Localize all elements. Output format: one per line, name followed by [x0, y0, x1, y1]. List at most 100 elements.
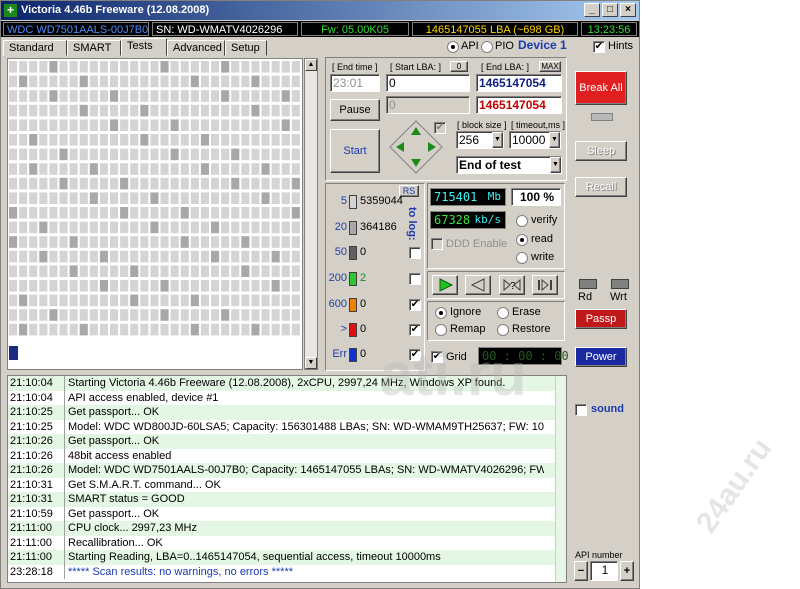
scan-block	[291, 265, 300, 277]
scan-block	[59, 221, 68, 234]
scan-block	[281, 148, 290, 161]
start-lba-field[interactable]: 0	[386, 74, 470, 92]
write-radio[interactable]	[516, 252, 528, 264]
scan-block	[49, 265, 58, 277]
rewind-button[interactable]	[465, 275, 491, 295]
scan-block	[231, 192, 240, 204]
tab-standard[interactable]: Standard	[3, 40, 67, 56]
scan-block	[39, 207, 48, 219]
maximize-button[interactable]: □	[602, 3, 618, 17]
scan-block	[59, 309, 68, 321]
drive-firmware: Fw: 05.00K05	[301, 22, 409, 36]
ignore-label: Ignore	[450, 306, 482, 318]
log-checkbox[interactable]: ✔	[409, 299, 421, 311]
tab-smart[interactable]: SMART	[67, 40, 121, 56]
scroll-up-icon[interactable]: ▲	[305, 59, 317, 71]
verify-radio[interactable]	[516, 215, 528, 227]
end-action-dropdown-icon[interactable]: ▼	[550, 157, 561, 173]
scan-block	[110, 104, 119, 117]
log-scrollbar[interactable]	[555, 376, 566, 582]
scan-block	[79, 280, 88, 292]
scan-block	[130, 192, 139, 204]
close-button[interactable]: ×	[620, 3, 636, 17]
scan-block	[49, 90, 58, 102]
scan-block	[261, 192, 270, 204]
break-all-button[interactable]: Break All	[575, 71, 627, 105]
scan-block	[200, 104, 209, 117]
scan-block	[110, 207, 119, 219]
tab-tests[interactable]: Tests	[121, 38, 167, 56]
legend-ms: 20	[334, 221, 347, 233]
scan-block	[190, 280, 199, 292]
scan-block	[79, 104, 88, 117]
scan-block	[9, 309, 18, 321]
play-button[interactable]	[432, 275, 458, 295]
scan-block	[160, 75, 169, 88]
pio-radio[interactable]	[481, 41, 493, 53]
scan-block	[120, 104, 129, 117]
tab-advanced[interactable]: Advanced	[167, 40, 225, 56]
tab-setup[interactable]: Setup	[225, 40, 267, 56]
scan-block	[281, 207, 290, 219]
scroll-down-icon[interactable]: ▼	[305, 357, 317, 369]
legend-color-box	[349, 348, 357, 362]
scan-block	[271, 294, 280, 307]
scan-block	[29, 163, 38, 175]
api-number-field[interactable]: 1	[590, 561, 618, 581]
power-button[interactable]: Power	[575, 347, 627, 367]
scan-block	[89, 309, 98, 321]
legend-color-box	[349, 298, 357, 312]
erase-radio[interactable]	[497, 307, 509, 319]
scan-block	[9, 134, 18, 146]
log-checkbox[interactable]	[409, 247, 421, 259]
read-radio[interactable]	[516, 234, 528, 246]
end-button[interactable]	[532, 275, 558, 295]
sound-checkbox[interactable]	[575, 404, 587, 416]
scan-block	[79, 61, 88, 73]
scan-block	[39, 134, 48, 146]
api-number-minus[interactable]: −	[574, 561, 588, 581]
passp-button[interactable]: Passp	[575, 309, 627, 329]
pause-button[interactable]: Pause	[330, 99, 380, 121]
scan-block	[251, 119, 260, 131]
random-button[interactable]: ?	[499, 275, 525, 295]
start-button[interactable]: Start	[330, 129, 380, 173]
scan-block	[251, 75, 260, 88]
sleep-button[interactable]: Sleep	[575, 141, 627, 161]
log-panel[interactable]: 21:10:04 Starting Victoria 4.46b Freeware…	[7, 375, 567, 583]
scan-block	[180, 207, 189, 219]
scan-block	[190, 119, 199, 131]
end-lba-max-button[interactable]: MAX	[539, 61, 561, 72]
grid-scrollbar[interactable]: ▲ ▼	[304, 58, 318, 370]
api-number-plus[interactable]: +	[620, 561, 634, 581]
restore-radio[interactable]	[497, 324, 509, 336]
hints-checkbox[interactable]: ✔	[593, 41, 605, 53]
scan-block	[79, 177, 88, 190]
timeout-dropdown-icon[interactable]: ▼	[549, 132, 560, 148]
ddd-checkbox[interactable]	[431, 238, 443, 250]
end-action-select[interactable]: End of test	[456, 156, 562, 174]
recall-button[interactable]: Recall	[575, 177, 627, 197]
block-size-dropdown-icon[interactable]: ▼	[492, 132, 503, 148]
remap-radio[interactable]	[435, 324, 447, 336]
log-checkbox[interactable]: ✔	[409, 324, 421, 336]
log-checkbox[interactable]	[409, 273, 421, 285]
log-checkbox[interactable]: ✔	[409, 349, 421, 361]
pad-checkbox[interactable]: ✔	[434, 122, 446, 134]
grid-checkbox[interactable]: ✔	[431, 351, 443, 363]
scan-block	[59, 104, 68, 117]
scan-block	[79, 207, 88, 219]
block-size-label: [ block size ]	[457, 120, 507, 130]
scan-block	[231, 61, 240, 73]
scan-block	[59, 250, 68, 263]
api-radio[interactable]	[447, 41, 459, 53]
start-lba-zero-button[interactable]: 0	[450, 61, 468, 72]
ignore-radio[interactable]	[435, 307, 447, 319]
scan-block	[251, 134, 260, 146]
minimize-button[interactable]: _	[584, 3, 600, 17]
log-entry: 21:10:31 Get S.M.A.R.T. command... OK	[8, 477, 566, 492]
scan-block	[120, 192, 129, 204]
scan-block	[221, 280, 230, 292]
end-time-field[interactable]: 23:01	[330, 74, 380, 92]
end-lba-field[interactable]: 1465147054	[476, 74, 562, 92]
